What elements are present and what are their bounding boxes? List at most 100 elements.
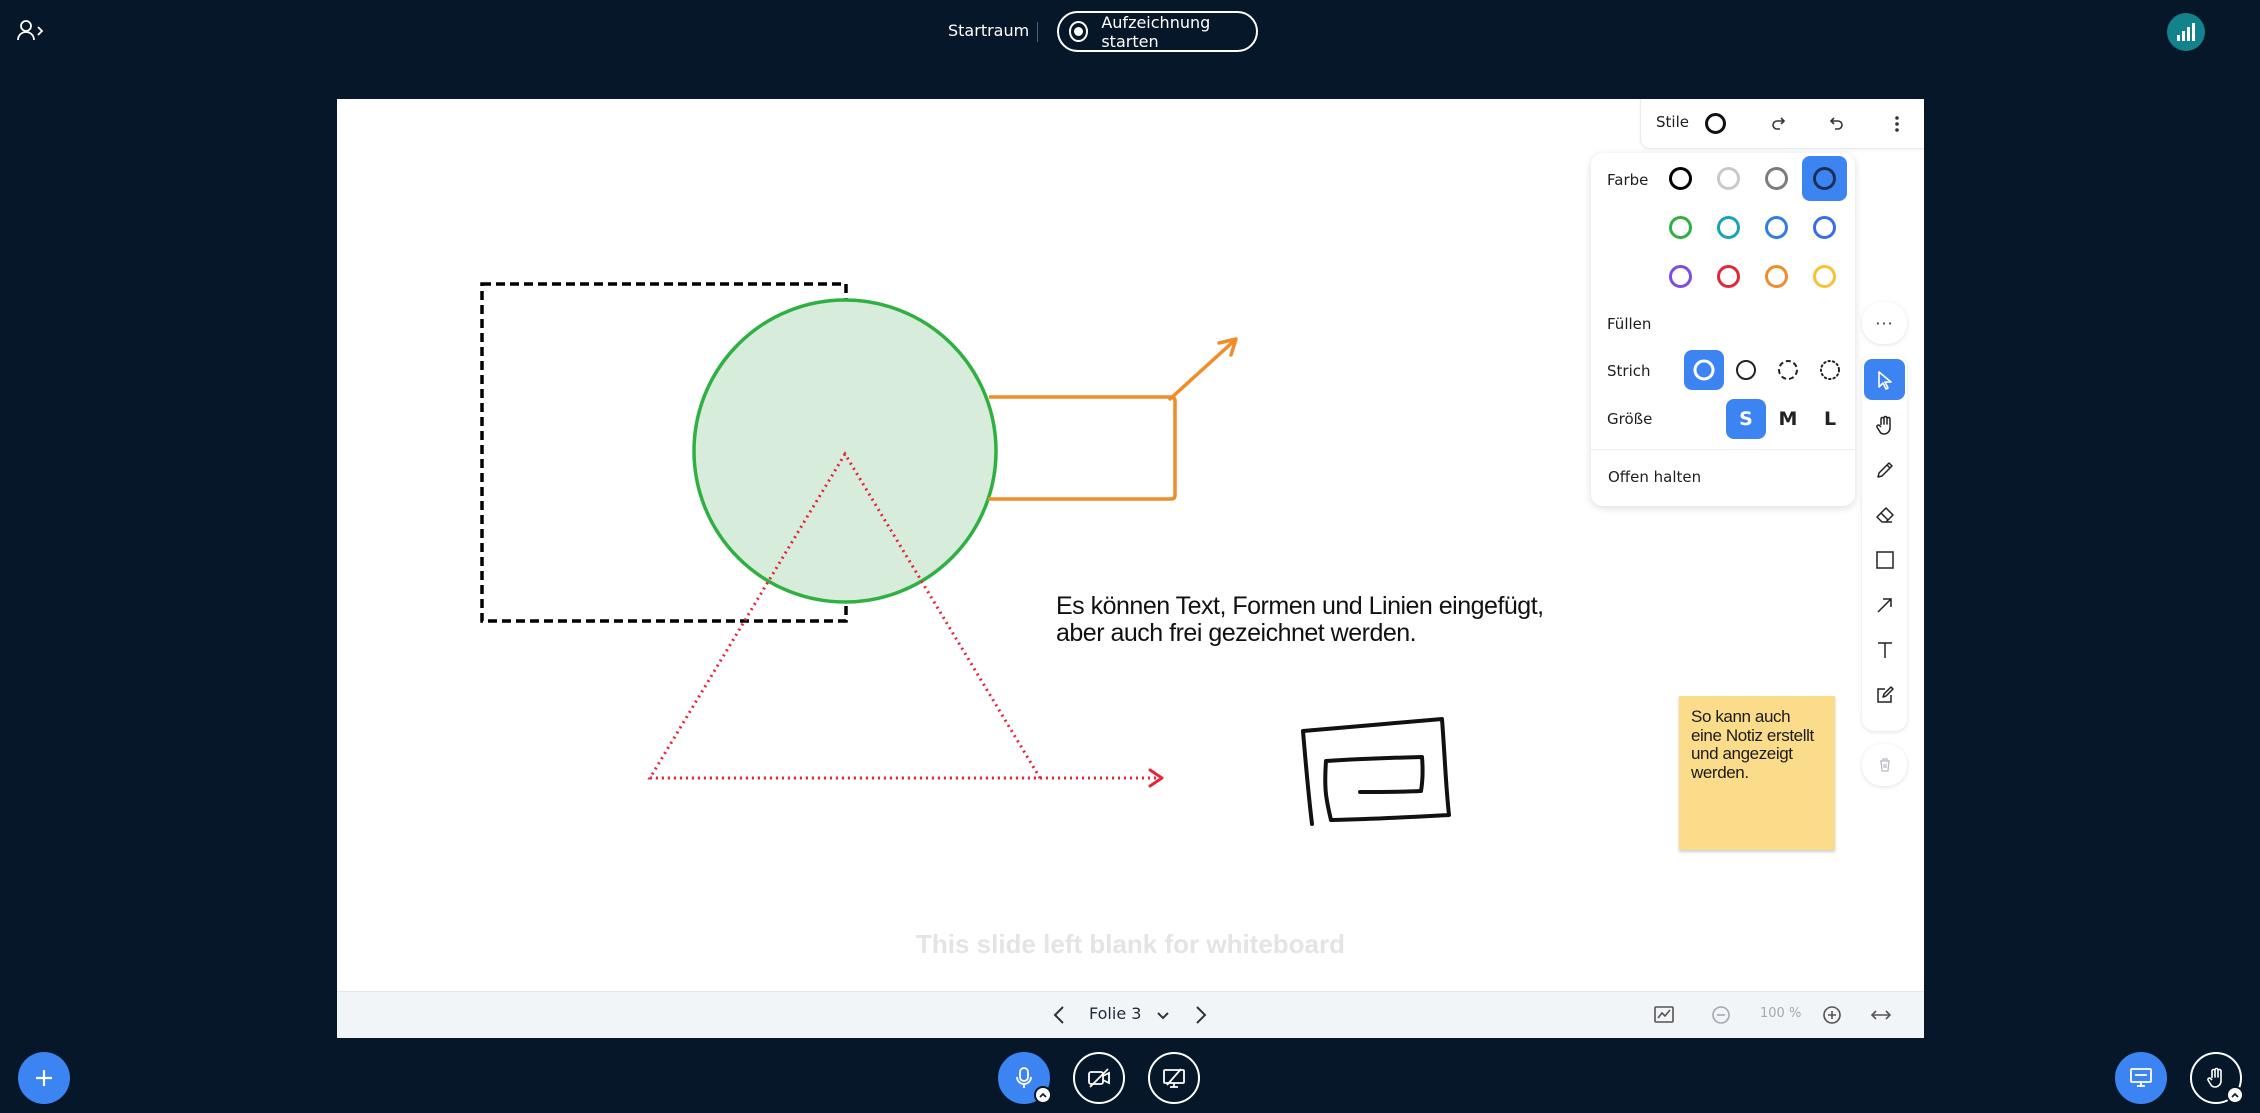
rectangle-tool[interactable] (1864, 539, 1905, 580)
audio-options-caret[interactable] (1034, 1086, 1052, 1104)
color-ring-icon (1765, 216, 1788, 239)
orange-arrow-shape[interactable] (1168, 337, 1238, 401)
color-swatch[interactable] (1802, 254, 1847, 299)
microphone-icon (1016, 1067, 1032, 1088)
color-swatch[interactable] (1754, 254, 1799, 299)
color-swatch[interactable] (1802, 205, 1847, 250)
record-icon (1069, 21, 1089, 42)
color-ring-icon (1717, 216, 1740, 239)
color-swatch[interactable] (1706, 205, 1751, 250)
stroke-draw-option[interactable] (1684, 350, 1724, 390)
zoom-level[interactable]: 100 % (1760, 1006, 1801, 1021)
actions-button[interactable] (18, 1052, 70, 1104)
screenshare-off-icon (1163, 1068, 1185, 1088)
next-slide-icon[interactable] (1189, 1004, 1211, 1026)
stroke-dotted-option[interactable] (1810, 350, 1850, 390)
text-icon (1877, 641, 1892, 658)
more-options-vertical-icon[interactable] (1887, 114, 1907, 134)
smart-layout-icon[interactable] (1653, 1004, 1675, 1026)
size-medium-option[interactable]: M (1768, 399, 1808, 439)
eraser-icon (1875, 506, 1894, 523)
current-style-icon[interactable] (1705, 113, 1726, 134)
color-swatch[interactable] (1658, 156, 1703, 201)
select-tool[interactable] (1864, 359, 1905, 400)
size-small-option[interactable]: S (1726, 399, 1766, 439)
color-ring-icon (1669, 265, 1692, 288)
rectangle-icon (1875, 550, 1894, 569)
slide-selector-label[interactable]: Folie 3 (1089, 1004, 1141, 1023)
reactions-caret[interactable] (2226, 1086, 2244, 1104)
color-swatch[interactable] (1754, 156, 1799, 201)
start-recording-button[interactable]: Aufzeichnung starten (1057, 11, 1258, 52)
stroke-solid-option[interactable] (1726, 350, 1766, 390)
user-list-toggle-icon[interactable] (16, 18, 46, 44)
color-swatch[interactable] (1706, 254, 1751, 299)
hand-icon (1875, 415, 1891, 435)
microphone-button[interactable] (998, 1052, 1052, 1104)
color-ring-icon (1765, 167, 1788, 190)
color-swatch[interactable] (1754, 205, 1799, 250)
tool-palette (1862, 355, 1907, 731)
color-ring-icon (1669, 167, 1692, 190)
color-swatch[interactable] (1658, 205, 1703, 250)
plus-icon (36, 1070, 52, 1086)
more-tools-button[interactable]: ··· (1862, 302, 1907, 344)
slide-navigation-bar: Folie 3 100 % (337, 991, 1924, 1038)
previous-slide-icon[interactable] (1049, 1004, 1071, 1026)
stroke-dotted-icon (1820, 360, 1840, 380)
room-title: Startraum (948, 21, 1030, 40)
color-swatch[interactable] (1658, 254, 1703, 299)
connection-status-button[interactable] (2167, 13, 2205, 51)
size-large-option[interactable]: L (1810, 399, 1850, 439)
orange-rectangle-shape[interactable] (988, 395, 1177, 501)
chevron-up-icon (1039, 1092, 1047, 1098)
fit-width-icon[interactable] (1870, 1004, 1892, 1026)
eraser-tool[interactable] (1864, 494, 1905, 535)
color-ring-icon (1813, 167, 1836, 190)
red-dotted-arrow-shape[interactable] (650, 768, 1164, 788)
whiteboard-text-shape[interactable]: Es können Text, Formen und Linien eingef… (1056, 593, 1544, 647)
delete-button[interactable] (1862, 744, 1907, 786)
zoom-out-icon[interactable] (1710, 1004, 1732, 1026)
color-ring-icon (1669, 216, 1692, 239)
styles-label[interactable]: Stile (1656, 113, 1689, 131)
sticky-note-shape[interactable]: So kann auch eine Notiz erstellt und ang… (1679, 696, 1835, 850)
camera-button[interactable] (1073, 1052, 1125, 1104)
redo-icon[interactable] (1768, 114, 1788, 134)
note-tool[interactable] (1864, 674, 1905, 715)
size-label: Größe (1607, 410, 1653, 428)
camera-off-icon (1088, 1068, 1110, 1088)
color-swatch[interactable] (1802, 156, 1847, 201)
color-ring-icon (1813, 216, 1836, 239)
chevron-up-icon (2231, 1092, 2239, 1098)
blank-slide-text: This slide left blank for whiteboard (915, 929, 1346, 959)
draw-tool[interactable] (1864, 449, 1905, 490)
hand-tool[interactable] (1864, 404, 1905, 445)
signal-bars-icon (2177, 23, 2195, 41)
green-circle-shape[interactable] (692, 298, 998, 604)
fill-toggle[interactable]: Füllen (1607, 315, 1651, 333)
style-panel: Farbe Füllen Strich Größe S M L Offen ha… (1591, 153, 1855, 506)
color-swatch[interactable] (1706, 156, 1751, 201)
pencil-icon (1876, 461, 1893, 478)
title-divider (1037, 22, 1038, 42)
panel-divider (1591, 449, 1855, 450)
stroke-solid-icon (1736, 360, 1756, 380)
zoom-in-icon[interactable] (1821, 1004, 1843, 1026)
screenshare-button[interactable] (1148, 1052, 1200, 1104)
color-ring-icon (1717, 167, 1740, 190)
presentation-toggle-button[interactable] (2115, 1052, 2167, 1104)
stroke-dashed-icon (1778, 360, 1798, 380)
arrow-tool[interactable] (1864, 584, 1905, 625)
color-ring-icon (1813, 265, 1836, 288)
stroke-label: Strich (1607, 362, 1651, 380)
raise-hand-button[interactable] (2190, 1052, 2244, 1104)
style-toolbar: Stile (1640, 99, 1924, 149)
freehand-drawing-shape[interactable] (1301, 717, 1451, 826)
stroke-dashed-option[interactable] (1768, 350, 1808, 390)
text-tool[interactable] (1864, 629, 1905, 670)
undo-icon[interactable] (1827, 114, 1847, 134)
keep-open-toggle[interactable]: Offen halten (1608, 468, 1701, 486)
chevron-down-icon[interactable] (1155, 1004, 1171, 1026)
color-ring-icon (1765, 265, 1788, 288)
